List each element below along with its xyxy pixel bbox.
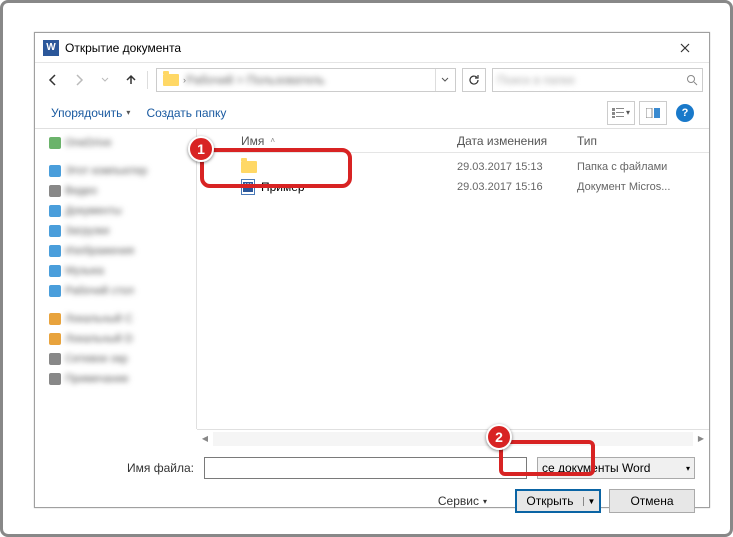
sidebar-item-icon [49,137,61,149]
toolbar: Упорядочить▾ Создать папку ▾ ? [35,97,709,129]
file-name: Пример [261,180,305,194]
breadcrumb-dropdown[interactable] [435,69,453,91]
forward-button[interactable] [67,68,91,92]
titlebar: W Открытие документа [35,33,709,63]
file-type: Папка с файлами [577,161,709,173]
filename-input[interactable] [204,457,527,479]
sidebar-item-icon [49,373,61,385]
view-button[interactable]: ▾ [607,101,635,125]
sidebar-item[interactable]: Локальный C [35,309,196,329]
file-date: 29.03.2017 15:13 [457,161,577,173]
file-row[interactable]: Пример 29.03.2017 15:16Документ Micros... [197,177,709,197]
sidebar-item[interactable]: Музыка [35,261,196,281]
sidebar-item-label: OneDrive [65,137,111,149]
dialog-title: Открытие документа [65,41,663,55]
folder-icon [163,74,179,86]
sidebar-item-label: Музыка [65,265,104,277]
open-dialog: W Открытие документа › Рабочий > Пользов… [34,32,710,508]
filename-label: Имя файла: [49,461,194,475]
sidebar-item-label: Изображения [65,245,134,257]
close-button[interactable] [663,34,707,62]
preview-button[interactable] [639,101,667,125]
sidebar-item-icon [49,353,61,365]
sidebar-item[interactable]: Документы [35,201,196,221]
sidebar-item[interactable]: Локальный D [35,329,196,349]
sidebar-item-icon [49,205,61,217]
sidebar-item-icon [49,185,61,197]
file-row[interactable]: 29.03.2017 15:13Папка с файлами [197,157,709,177]
sidebar-item-icon [49,285,61,297]
sidebar-item-label: Загрузки [65,225,109,237]
file-type: Документ Micros... [577,181,709,193]
horizontal-scrollbar[interactable]: ◀▶ [197,429,709,447]
search-icon [686,74,698,86]
help-button[interactable]: ? [671,101,699,125]
open-button[interactable]: Открыть ▼ [515,489,601,513]
sidebar-item-label: Примечание [65,373,129,385]
sidebar-item-icon [49,313,61,325]
sidebar-item-icon [49,265,61,277]
back-button[interactable] [41,68,65,92]
file-list: Имя˄ Дата изменения Тип 29.03.2017 15:13… [197,129,709,429]
footer: Имя файла: се документы Word ▾ Сервис▾ О… [35,447,709,521]
annotation-marker-2: 2 [486,424,512,450]
annotation-marker-1: 1 [188,136,214,162]
sidebar-item-label: Локальный C [65,313,133,325]
open-dropdown-icon[interactable]: ▼ [583,497,599,506]
sidebar-item-icon [49,333,61,345]
sidebar-item-label: Сетевое окр [65,353,128,365]
sidebar-item[interactable]: OneDrive [35,133,196,153]
sidebar-item-icon [49,165,61,177]
help-icon: ? [676,104,694,122]
search-input[interactable]: Поиск в папке [492,68,703,92]
sidebar: OneDrive Этот компьютер Видео Документы Загр… [35,129,197,429]
sidebar-item[interactable]: Изображения [35,241,196,261]
folder-icon [241,161,257,173]
sidebar-item[interactable]: Примечание [35,369,196,389]
refresh-button[interactable] [462,68,486,92]
sidebar-item[interactable]: Этот компьютер [35,161,196,181]
column-headers[interactable]: Имя˄ Дата изменения Тип [197,129,709,153]
sidebar-item-icon [49,225,61,237]
sidebar-item-label: Этот компьютер [65,165,147,177]
breadcrumb[interactable]: › Рабочий > Пользователь [156,68,456,92]
up-button[interactable] [119,68,143,92]
new-folder-button[interactable]: Создать папку [138,102,234,124]
sidebar-item[interactable]: Рабочий стол [35,281,196,301]
sidebar-item-label: Рабочий стол [65,285,134,297]
navbar: › Рабочий > Пользователь Поиск в папке [35,63,709,97]
word-icon: W [43,40,59,56]
sidebar-item-label: Видео [65,185,97,197]
service-button[interactable]: Сервис▾ [438,494,487,508]
sidebar-item[interactable]: Видео [35,181,196,201]
sidebar-item-label: Документы [65,205,122,217]
recent-dropdown[interactable] [93,68,117,92]
sidebar-item-icon [49,245,61,257]
sidebar-item[interactable]: Загрузки [35,221,196,241]
word-doc-icon [241,179,255,195]
organize-button[interactable]: Упорядочить▾ [43,102,138,124]
file-date: 29.03.2017 15:16 [457,181,577,193]
sidebar-item-label: Локальный D [65,333,133,345]
cancel-button[interactable]: Отмена [609,489,695,513]
sidebar-item[interactable]: Сетевое окр [35,349,196,369]
filetype-filter[interactable]: се документы Word ▾ [537,457,695,479]
